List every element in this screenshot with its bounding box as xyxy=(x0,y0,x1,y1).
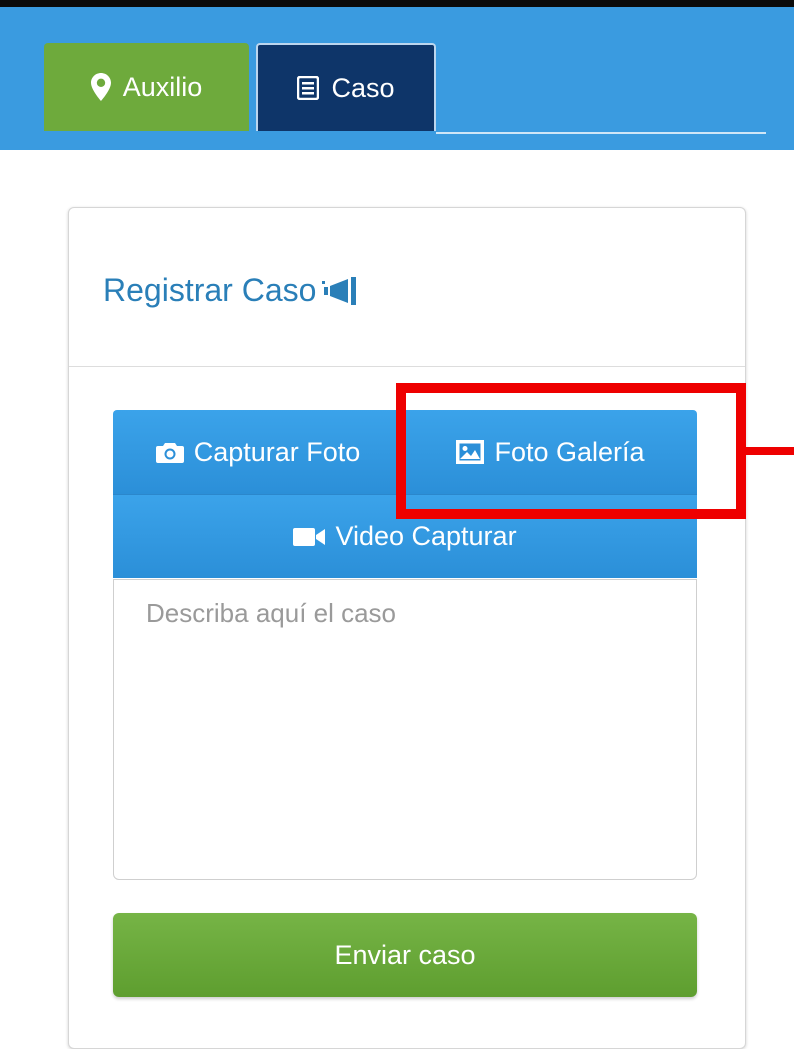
tab-underline xyxy=(436,132,766,134)
app-header: Auxilio Caso xyxy=(0,7,794,150)
capture-photo-label: Capturar Foto xyxy=(193,436,361,467)
camera-icon xyxy=(155,443,184,463)
map-pin-icon xyxy=(90,73,111,101)
card-header: Registrar Caso xyxy=(69,208,745,367)
list-icon xyxy=(297,76,320,100)
tab-auxilio-label: Auxilio xyxy=(122,71,203,102)
card-title-text: Registrar Caso xyxy=(103,272,317,308)
capture-photo-button[interactable]: Capturar Foto xyxy=(113,410,403,494)
megaphone-icon xyxy=(322,276,357,305)
tab-caso[interactable]: Caso xyxy=(256,43,436,131)
submit-case-button[interactable]: Enviar caso xyxy=(113,913,697,997)
highlight-box xyxy=(396,383,746,519)
case-description-input[interactable] xyxy=(113,579,697,880)
tab-caso-label: Caso xyxy=(331,72,395,103)
card-title: Registrar Caso xyxy=(103,272,358,309)
video-camera-icon xyxy=(293,527,326,546)
tab-auxilio[interactable]: Auxilio xyxy=(44,43,249,131)
highlight-pointer xyxy=(746,447,794,455)
submit-case-label: Enviar caso xyxy=(334,939,476,970)
top-border xyxy=(0,0,794,7)
capture-video-label: Video Capturar xyxy=(335,521,517,551)
